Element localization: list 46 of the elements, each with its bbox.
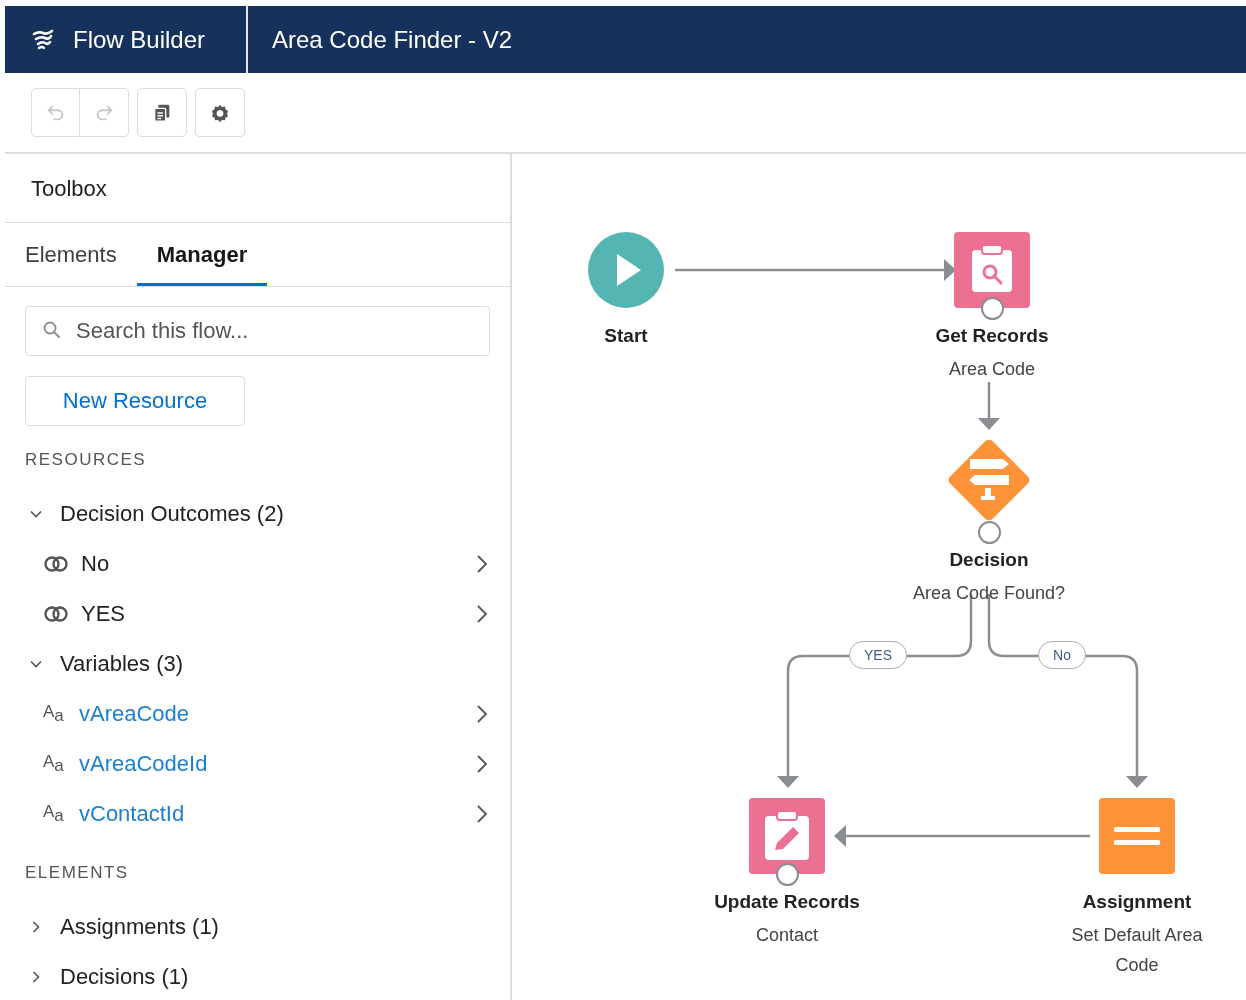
outcome-icon [43,555,69,573]
chevron-right-icon[interactable] [476,754,488,774]
chevron-right-icon[interactable] [476,554,488,574]
search-field[interactable]: Search this flow... [25,306,490,356]
node-title: Assignment [1082,891,1192,913]
branch-label: No [1038,641,1086,669]
panel-tab[interactable]: Manager [136,223,268,286]
tree-group-label[interactable]: Assignments (1) [60,914,219,940]
node-subtitle: Contact [754,924,819,947]
panel-title: Toolbox [5,154,510,223]
node-title: Start [604,325,648,347]
connector-handle[interactable] [776,863,799,886]
variable-link[interactable]: vAreaCode [79,701,464,727]
new-resource-button[interactable]: New Resource [25,376,245,426]
tree-group-label[interactable]: Decisions (1) [60,964,189,990]
chevron-right-icon[interactable] [476,704,488,724]
variable-link[interactable]: vAreaCodeId [79,751,464,777]
flow-logo-icon [31,27,55,52]
node-subtitle: Area Code Found? [911,582,1067,605]
app-title: Flow Builder [73,25,206,54]
node-title: Update Records [714,891,860,913]
clipboard-search-icon[interactable] [954,232,1030,308]
node-subtitle: Area Code [947,358,1037,381]
tree-group-label[interactable]: Variables (3) [60,651,184,677]
connector-arrow [978,382,1000,430]
node-title: Decision [949,549,1029,571]
chevron-right-icon[interactable] [476,804,488,824]
node-title: Get Records [935,325,1049,347]
outcome-name[interactable]: No [81,551,464,577]
connector-handle[interactable] [978,521,1001,544]
connector-handle[interactable] [981,297,1004,320]
branch-label: YES [849,641,907,669]
variable-link[interactable]: vContactId [79,801,464,827]
flow-title: Area Code Finder - V2 [272,25,513,54]
settings-button[interactable] [195,88,245,137]
section-heading: RESOURCES [25,450,148,470]
outcome-icon [43,605,69,623]
tree-group-label[interactable]: Decision Outcomes (2) [60,501,284,527]
clipboard-edit-icon[interactable] [749,798,825,874]
chevron-right-icon[interactable] [476,604,488,624]
panel-tab[interactable]: Elements [25,223,117,286]
search-icon [42,320,62,340]
node-subtitle: Set Default Area Code [1070,924,1204,977]
outcome-name[interactable]: YES [81,601,464,627]
section-heading: ELEMENTS [25,863,130,883]
copy-button[interactable] [137,88,187,137]
